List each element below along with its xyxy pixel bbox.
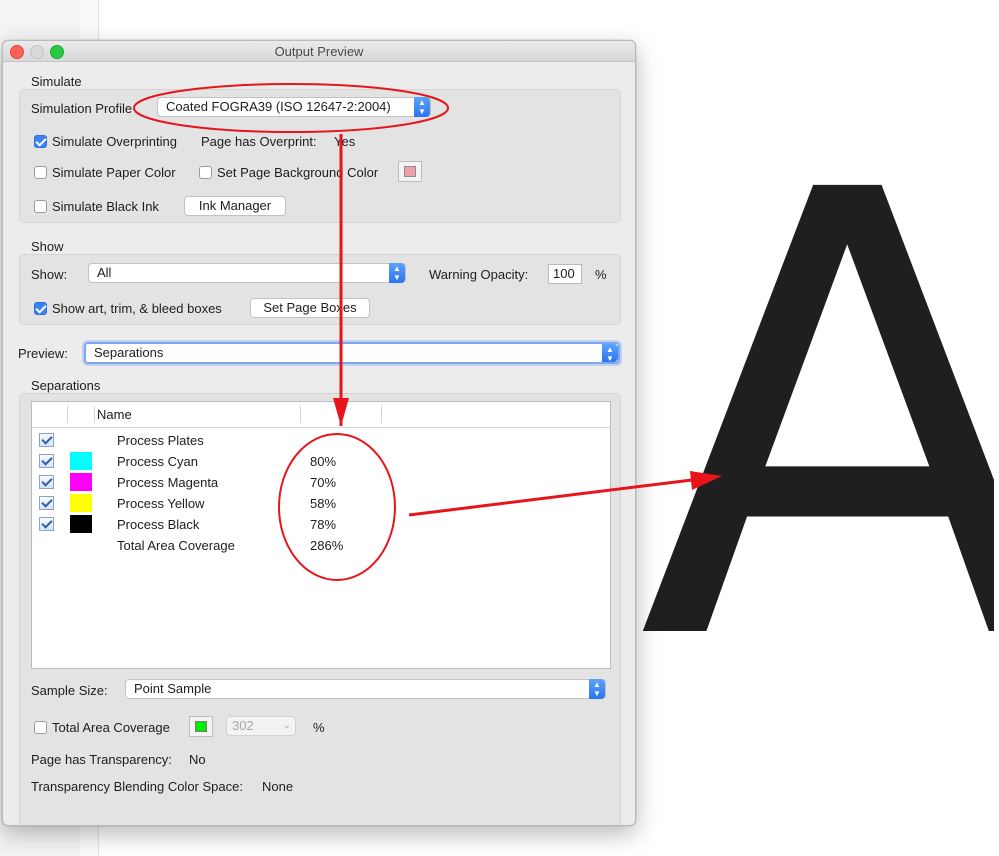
ink-manager-button[interactable]: Ink Manager	[184, 196, 286, 216]
separation-checkbox[interactable]	[39, 496, 54, 510]
separation-row-process-cyan[interactable]: Process Cyan 80%	[32, 451, 610, 472]
separation-name: Process Plates	[117, 433, 204, 448]
column-divider	[67, 406, 68, 423]
simulate-paper-color-checkbox[interactable]	[34, 166, 47, 179]
column-divider	[300, 406, 301, 423]
simulate-black-ink-checkbox[interactable]	[34, 200, 47, 213]
simulation-profile-select[interactable]: Coated FOGRA39 (ISO 12647-2:2004) ▲ ▼	[157, 97, 431, 117]
separation-checkbox[interactable]	[39, 517, 54, 531]
preview-label: Preview:	[18, 346, 68, 361]
updown-arrows-icon: ▲ ▼	[602, 344, 618, 363]
separation-value: 286%	[310, 538, 344, 553]
separations-header: Name	[32, 402, 610, 428]
separation-checkbox[interactable]	[39, 475, 54, 489]
separation-row-process-black[interactable]: Process Black 78%	[32, 514, 610, 535]
show-section-label: Show	[31, 239, 64, 254]
blending-space-value: None	[262, 779, 294, 794]
show-art-boxes-checkbox[interactable]	[34, 302, 47, 315]
simulate-overprinting-label: Simulate Overprinting	[52, 134, 177, 149]
name-column-header[interactable]: Name	[97, 407, 132, 422]
separation-row-process-magenta[interactable]: Process Magenta 70%	[32, 472, 610, 493]
coverage-color-well[interactable]	[189, 716, 213, 737]
simulate-section-label: Simulate	[31, 74, 82, 89]
preview-select-value: Separations	[94, 345, 164, 360]
sample-size-select[interactable]: Point Sample ▲ ▼	[125, 679, 606, 699]
set-page-boxes-button[interactable]: Set Page Boxes	[250, 298, 370, 318]
separation-value: 80%	[310, 454, 337, 469]
simulation-profile-label: Simulation Profile	[31, 101, 133, 116]
page-letter-glyph: A	[638, 160, 994, 680]
page-background-color-well[interactable]	[398, 161, 422, 182]
title-bar[interactable]: Output Preview	[3, 41, 635, 62]
cyan-swatch	[70, 452, 92, 470]
separation-name: Process Black	[117, 517, 200, 532]
page-background-color-label: Set Page Background Color	[217, 165, 379, 180]
separation-name: Process Yellow	[117, 496, 205, 511]
coverage-unit: %	[313, 720, 325, 735]
show-label: Show:	[31, 267, 68, 282]
transparency-label: Page has Transparency:	[31, 752, 172, 767]
sample-size-value: Point Sample	[134, 681, 212, 696]
separation-row-total-area-coverage: Total Area Coverage 286%	[32, 535, 610, 556]
separations-section-label: Separations	[31, 378, 101, 393]
preview-select[interactable]: Separations ▲ ▼	[84, 342, 620, 364]
simulate-paper-color-label: Simulate Paper Color	[52, 165, 176, 180]
warning-opacity-unit: %	[595, 267, 607, 282]
magenta-swatch	[70, 473, 92, 491]
separation-name: Process Cyan	[117, 454, 198, 469]
separation-row-process-yellow[interactable]: Process Yellow 58%	[32, 493, 610, 514]
transparency-value: No	[189, 752, 206, 767]
coverage-value-combo[interactable]: 302 ⌄	[226, 716, 296, 736]
separation-name: Total Area Coverage	[117, 538, 235, 553]
updown-arrows-icon: ▲ ▼	[589, 679, 605, 699]
separation-value: 58%	[310, 496, 337, 511]
show-select[interactable]: All ▲ ▼	[88, 263, 406, 283]
separation-value: 78%	[310, 517, 337, 532]
simulate-black-ink-label: Simulate Black Ink	[52, 199, 159, 214]
simulate-overprinting-checkbox[interactable]	[34, 135, 47, 148]
total-area-coverage-checkbox[interactable]	[34, 721, 47, 734]
total-area-coverage-label: Total Area Coverage	[52, 720, 170, 735]
page-background-color-checkbox[interactable]	[199, 166, 212, 179]
page-background-swatch	[404, 166, 416, 177]
show-art-boxes-label: Show art, trim, & bleed boxes	[52, 301, 222, 316]
column-divider	[381, 406, 382, 423]
sample-size-label: Sample Size:	[31, 683, 108, 698]
separation-name: Process Magenta	[117, 475, 219, 490]
blending-space-label: Transparency Blending Color Space:	[31, 779, 243, 794]
coverage-swatch	[195, 721, 207, 732]
separation-value: 70%	[310, 475, 337, 490]
updown-arrows-icon: ▲ ▼	[389, 263, 405, 283]
coverage-value: 302	[232, 718, 254, 733]
show-select-value: All	[97, 265, 112, 280]
separation-row-process-plates[interactable]: Process Plates	[32, 430, 610, 451]
separations-list[interactable]: Name Process Plates Process Cyan 80% Pro…	[31, 401, 611, 669]
column-divider	[94, 406, 95, 423]
simulation-profile-value: Coated FOGRA39 (ISO 12647-2:2004)	[166, 99, 391, 114]
updown-arrows-icon: ▲ ▼	[414, 97, 430, 117]
output-preview-dialog: Output Preview Simulate Simulation Profi…	[2, 40, 636, 826]
separation-checkbox[interactable]	[39, 433, 54, 447]
page-overprint-value: Yes	[334, 134, 356, 149]
window-title: Output Preview	[274, 44, 364, 59]
warning-opacity-label: Warning Opacity:	[429, 267, 529, 282]
separation-checkbox[interactable]	[39, 454, 54, 468]
chevron-down-icon: ⌄	[282, 720, 291, 731]
warning-opacity-input[interactable]: 100	[548, 264, 582, 284]
page-overprint-label: Page has Overprint:	[201, 134, 317, 149]
black-swatch	[70, 515, 92, 533]
yellow-swatch	[70, 494, 92, 512]
